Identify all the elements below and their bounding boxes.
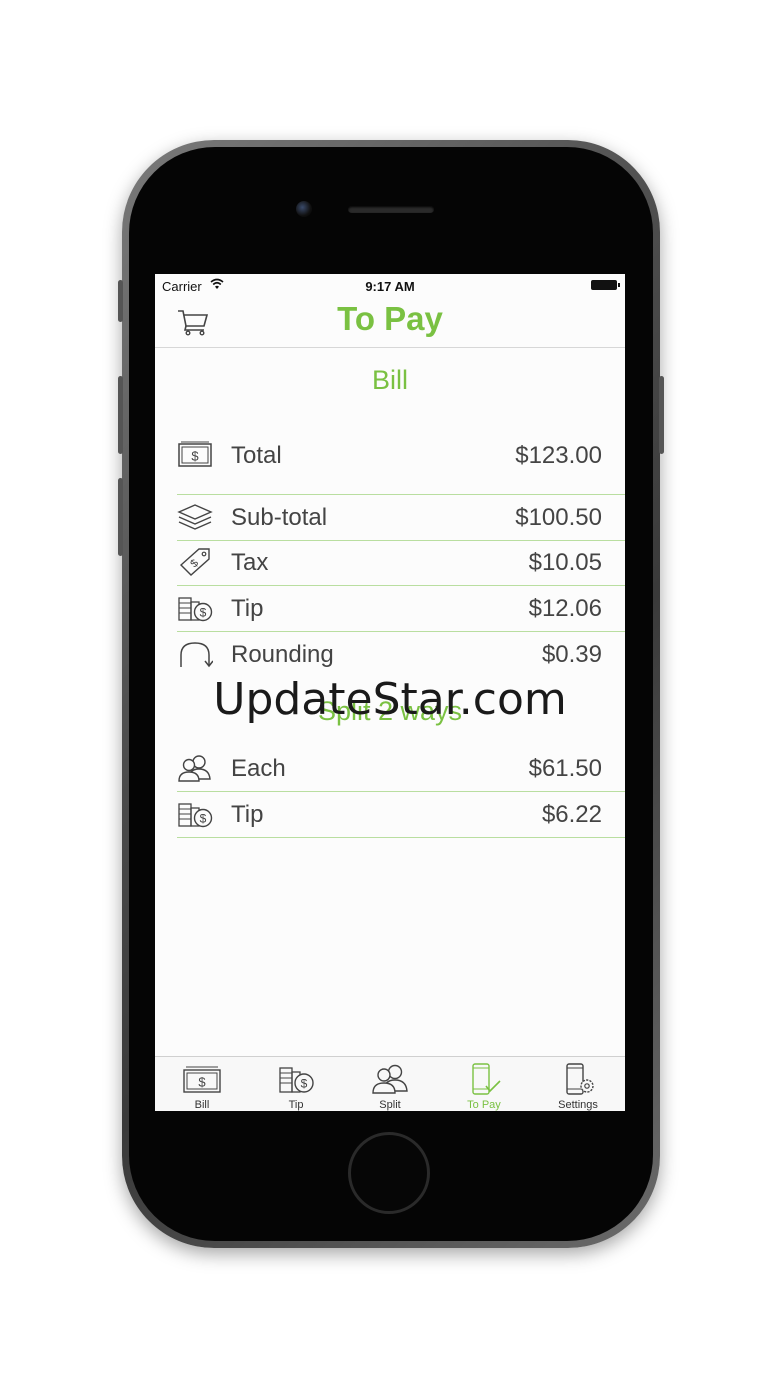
cash-icon: $ <box>183 1066 221 1093</box>
rounding-value: $0.39 <box>541 641 602 668</box>
volume-up-button <box>118 376 123 454</box>
mute-switch <box>118 280 123 322</box>
svg-text:$: $ <box>301 1077 308 1091</box>
status-bar: Carrier 9:17 AM <box>155 274 625 296</box>
layers-icon <box>177 504 213 530</box>
coins-icon: $ <box>178 597 213 622</box>
subtotal-row: Sub-total $100.50 <box>177 494 625 541</box>
power-button <box>659 376 664 454</box>
phone-gear-icon <box>566 1063 594 1095</box>
tab-to-pay[interactable]: To Pay <box>437 1057 531 1111</box>
each-row: Each $61.50 <box>177 746 625 792</box>
split-tip-row: $ Tip $6.22 <box>177 792 625 838</box>
rounding-arrow-icon <box>180 642 213 668</box>
users-icon <box>178 755 211 782</box>
front-camera <box>296 201 312 217</box>
tax-value: $10.05 <box>528 549 602 576</box>
tip-label: Tip <box>231 595 264 622</box>
total-label: Total <box>231 442 282 469</box>
tab-split-label: Split <box>379 1099 401 1111</box>
coins-icon: $ <box>279 1067 314 1093</box>
cash-icon: $ <box>178 441 212 467</box>
total-value: $123.00 <box>515 442 602 469</box>
tab-to-pay-label: To Pay <box>467 1099 501 1111</box>
tab-bar: $ Bill $ Tip Split To Pay Settings <box>155 1056 625 1111</box>
split-tip-value: $6.22 <box>541 801 602 828</box>
price-tag-icon: $ <box>179 548 210 576</box>
tab-bill[interactable]: $ Bill <box>155 1057 249 1111</box>
tab-tip-label: Tip <box>288 1099 304 1111</box>
tip-row: $ Tip $12.06 <box>177 586 625 632</box>
svg-text:$: $ <box>200 812 207 826</box>
rounding-row: Rounding $0.39 <box>177 632 625 677</box>
tab-settings-label: Settings <box>558 1099 598 1111</box>
split-tip-label: Tip <box>231 801 264 828</box>
each-value: $61.50 <box>528 755 602 782</box>
rounding-label: Rounding <box>231 641 334 668</box>
status-time: 9:17 AM <box>365 279 415 294</box>
watermark: UpdateStar.com <box>213 674 567 725</box>
earpiece-speaker <box>348 206 434 213</box>
each-label: Each <box>231 755 286 782</box>
subtotal-label: Sub-total <box>231 504 328 531</box>
tab-tip[interactable]: $ Tip <box>249 1057 343 1111</box>
volume-down-button <box>118 478 123 556</box>
tax-label: Tax <box>231 549 269 576</box>
subtotal-value: $100.50 <box>515 504 602 531</box>
navigation-bar: To Pay <box>155 296 625 348</box>
coins-icon: $ <box>178 803 213 828</box>
tax-row: $ Tax $10.05 <box>177 540 625 586</box>
tab-bill-label: Bill <box>194 1099 210 1111</box>
tip-value: $12.06 <box>528 595 602 622</box>
battery-icon <box>591 280 620 290</box>
svg-text:$: $ <box>200 606 207 620</box>
tab-split[interactable]: Split <box>343 1057 437 1111</box>
phone-check-icon <box>472 1063 501 1095</box>
total-row: $ Total $123.00 <box>177 433 625 478</box>
svg-text:$: $ <box>191 449 199 464</box>
page-title: To Pay <box>337 300 443 337</box>
bill-section-title: Bill <box>371 365 408 395</box>
home-button[interactable] <box>348 1132 430 1214</box>
tab-settings[interactable]: Settings <box>531 1057 625 1111</box>
svg-text:$: $ <box>198 1075 206 1090</box>
users-icon <box>372 1064 408 1094</box>
